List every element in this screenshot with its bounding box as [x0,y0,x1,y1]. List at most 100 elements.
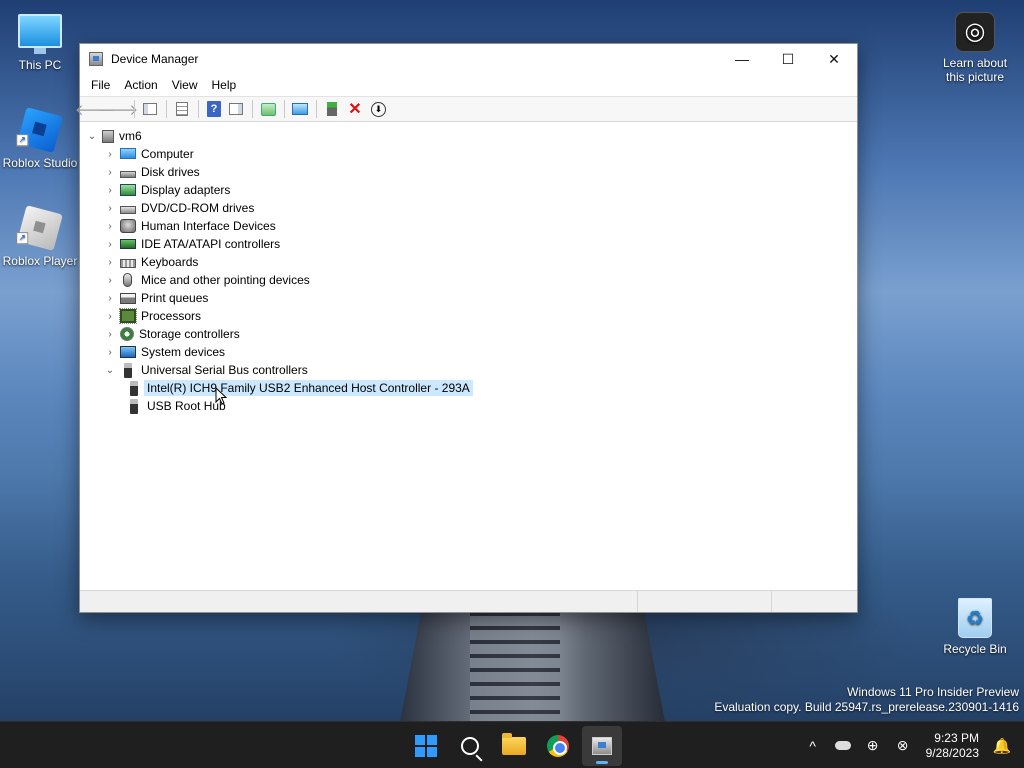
show-hidden-icons-chevron-icon[interactable]: ^ [801,734,825,758]
tree-category-storage-controllers[interactable]: › Storage controllers [80,325,857,343]
desktop-icon-learn-about-picture[interactable]: ◎ Learn about this picture [935,12,1015,84]
expand-chevron-icon[interactable]: › [104,271,116,289]
minimize-button[interactable]: — [719,44,765,74]
status-cell-main [80,591,638,612]
ide-controller-icon [120,239,136,249]
tree-category-mice[interactable]: › Mice and other pointing devices [80,271,857,289]
start-button[interactable] [406,726,446,766]
status-cell-2 [638,591,772,612]
close-button[interactable]: ✕ [811,44,857,74]
tree-category-label: Universal Serial Bus controllers [141,363,308,377]
recycle-bin-icon: ♻ [958,598,992,638]
clock[interactable]: 9:23 PM 9/28/2023 [926,731,979,761]
show-hide-console-tree-button[interactable] [139,99,161,119]
toolbar: 🡐 🡒 ? ✕ ⬇ [75,96,857,122]
maximize-button[interactable]: ☐ [765,44,811,74]
tree-category-label: Mice and other pointing devices [141,273,310,287]
onedrive-info-icon[interactable] [831,734,855,758]
folder-icon [502,732,526,755]
menu-view[interactable]: View [165,78,205,92]
expand-chevron-icon[interactable]: › [104,181,116,199]
camera-icon: ◎ [955,12,995,52]
tree-category-system-devices[interactable]: › System devices [80,343,857,361]
usb-icon [130,398,138,414]
menu-file[interactable]: File [84,78,117,92]
toolbar-separator [316,100,317,118]
expand-chevron-icon[interactable]: › [104,199,116,217]
processor-icon [119,308,137,324]
cloud-icon [834,741,851,750]
tree-device-label: Intel(R) ICH9 Family USB2 Enhanced Host … [144,380,473,396]
toolbar-separator [252,100,253,118]
tree-category-usb-controllers[interactable]: ⌄ Universal Serial Bus controllers [80,361,857,379]
tree-category-label: Storage controllers [139,327,240,341]
tree-category-computer[interactable]: › Computer [80,145,857,163]
action-pane-button[interactable] [225,99,247,119]
tree-category-human-interface-devices[interactable]: › Human Interface Devices [80,217,857,235]
desktop-icon-label: Roblox Studio [2,156,78,170]
volume-muted-icon[interactable]: ⊗ [891,734,915,758]
expand-chevron-icon[interactable]: › [104,253,116,271]
computer-tower-icon [102,129,114,143]
tree-device-usb-root-hub[interactable]: USB Root Hub [80,397,857,415]
windows-logo-icon [415,734,437,757]
disable-device-button[interactable]: ⬇ [371,101,386,117]
menu-action[interactable]: Action [117,78,164,92]
device-manager-window: Device Manager — ☐ ✕ File Action View He… [75,43,858,613]
tree-device-usb2-host-controller[interactable]: Intel(R) ICH9 Family USB2 Enhanced Host … [80,379,857,397]
taskbar: ^ ⊕ ⊗ 9:23 PM 9/28/2023 🔔 [0,721,1024,768]
title-bar[interactable]: Device Manager — ☐ ✕ [80,44,857,74]
expand-chevron-icon[interactable]: › [104,307,116,325]
tree-category-label: Computer [141,147,194,161]
expand-chevron-icon[interactable]: › [104,163,116,181]
help-button[interactable]: ? [207,101,221,117]
tree-category-keyboards[interactable]: › Keyboards [80,253,857,271]
desktop-icon-recycle-bin[interactable]: ♻ Recycle Bin [935,598,1015,656]
tree-category-label: DVD/CD-ROM drives [141,201,255,215]
tree-category-label: Keyboards [141,255,199,269]
desktop-icon-this-pc[interactable]: This PC [0,10,80,72]
shortcut-arrow-icon: ↗ [16,134,29,147]
action-pane-icon [229,103,243,115]
device-tree[interactable]: ⌄ vm6 › Computer › Disk drives › Display… [80,124,857,590]
scan-for-hardware-changes-button[interactable] [257,99,279,119]
toolbar-separator [198,100,199,118]
toolbar-separator [284,100,285,118]
expand-chevron-icon[interactable]: › [104,343,116,361]
menu-bar: File Action View Help [80,74,857,96]
menu-help[interactable]: Help [205,78,244,92]
desktop-icon-roblox-player[interactable]: ↗ Roblox Player [0,205,80,268]
expand-chevron-icon[interactable]: › [104,235,116,253]
watermark-line-2: Evaluation copy. Build 25947.rs_prerelea… [714,700,1019,714]
file-explorer-button[interactable] [494,726,534,766]
search-button[interactable] [450,726,490,766]
properties-button[interactable] [171,99,193,119]
tree-root[interactable]: ⌄ vm6 [80,127,857,145]
device-manager-taskbar-button[interactable] [582,725,622,766]
uninstall-device-button[interactable]: ✕ [344,99,366,119]
tree-category-label: Disk drives [141,165,200,179]
expand-chevron-icon[interactable]: › [104,217,116,235]
network-globe-icon[interactable]: ⊕ [861,734,885,758]
expand-chevron-icon[interactable]: › [104,325,116,343]
desktop-icon-roblox-studio[interactable]: ↗ Roblox Studio [0,107,80,170]
tree-category-display-adapters[interactable]: › Display adapters [80,181,857,199]
expand-chevron-icon[interactable]: › [104,289,116,307]
add-legacy-hardware-button[interactable] [289,99,311,119]
expand-chevron-icon[interactable]: › [104,145,116,163]
desktop-icon-label: Recycle Bin [943,642,1007,656]
collapse-chevron-icon[interactable]: ⌄ [104,361,116,379]
tree-category-dvd-cd-rom-drives[interactable]: › DVD/CD-ROM drives [80,199,857,217]
notification-bell-icon[interactable]: 🔔 [990,734,1014,758]
tree-category-ide-controllers[interactable]: › IDE ATA/ATAPI controllers [80,235,857,253]
tree-category-processors[interactable]: › Processors [80,307,857,325]
forward-button[interactable]: 🡒 [98,99,138,119]
scan-hardware-icon [260,102,276,116]
update-driver-button[interactable] [321,99,343,119]
tree-category-disk-drives[interactable]: › Disk drives [80,163,857,181]
tree-category-print-queues[interactable]: › Print queues [80,289,857,307]
collapse-chevron-icon[interactable]: ⌄ [86,127,98,145]
device-manager-icon [592,736,612,755]
tree-category-label: Display adapters [141,183,231,197]
chrome-button[interactable] [538,726,578,766]
